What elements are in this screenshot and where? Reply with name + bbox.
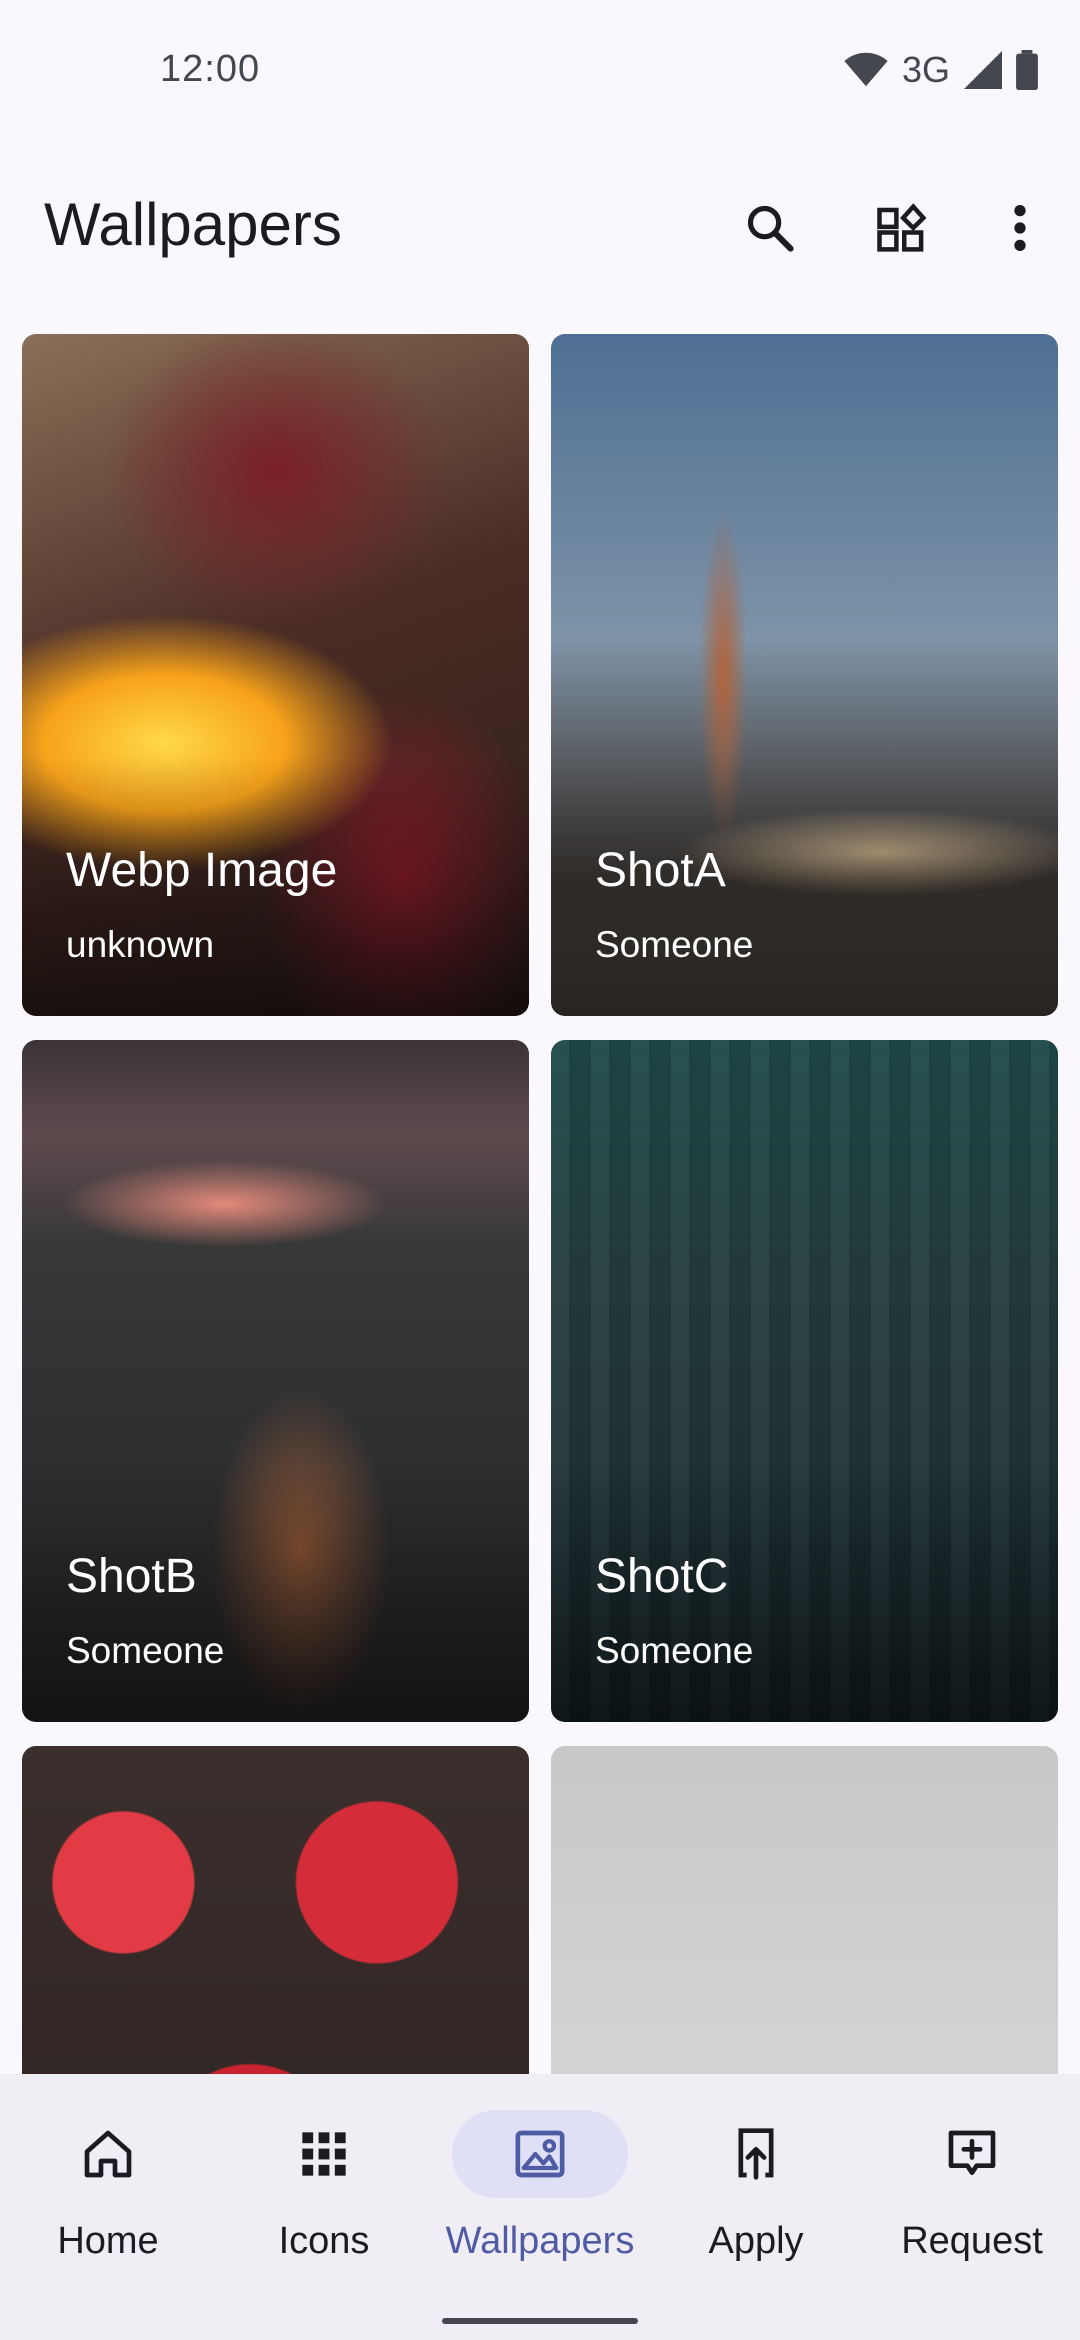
status-time: 12:00 <box>160 48 261 90</box>
nav-item-request[interactable]: Request <box>864 2074 1080 2274</box>
page-title: Wallpapers <box>44 191 342 258</box>
nav-label: Home <box>57 2220 159 2262</box>
dashboard-layout-icon <box>877 203 927 252</box>
signal-icon <box>964 51 1002 89</box>
top-app-bar: Wallpapers <box>0 170 1080 280</box>
more-vert-icon <box>1014 205 1026 251</box>
layout-toggle-button[interactable] <box>862 188 942 268</box>
bottom-navigation: Home Icons Wallpapers Apply Request <box>0 2074 1080 2340</box>
nav-label: Icons <box>278 2220 370 2262</box>
apps-grid-icon <box>302 2132 346 2176</box>
nav-item-apply[interactable]: Apply <box>648 2074 864 2274</box>
battery-icon <box>1016 50 1038 90</box>
nav-label: Apply <box>708 2220 804 2262</box>
request-icon <box>948 2130 996 2175</box>
wallpaper-card[interactable]: ShotB Someone <box>22 1040 529 1722</box>
wifi-icon <box>844 52 888 87</box>
wallpaper-author: unknown <box>66 924 215 965</box>
nav-item-home[interactable]: Home <box>0 2074 216 2274</box>
wallpaper-grid: Webp Image unknown ShotA Someone ShotB S… <box>22 334 1058 2074</box>
apply-icon <box>738 2128 774 2180</box>
wallpaper-author: Someone <box>595 924 754 965</box>
image-icon <box>515 2130 565 2178</box>
status-icons: 3G <box>844 48 1038 92</box>
nav-item-wallpapers[interactable]: Wallpapers <box>432 2074 648 2274</box>
wallpaper-author: Someone <box>66 1630 225 1671</box>
home-icon <box>84 2130 132 2178</box>
wallpaper-title: Webp Image <box>66 844 338 897</box>
wallpaper-title: ShotC <box>595 1550 729 1603</box>
wallpaper-card[interactable] <box>551 1746 1058 2074</box>
wallpaper-card[interactable]: ShotC Someone <box>551 1040 1058 1722</box>
status-bar: 12:00 3G <box>0 0 1080 140</box>
nav-label: Wallpapers <box>445 2220 635 2262</box>
nav-label: Request <box>901 2220 1043 2262</box>
wallpaper-card[interactable]: ShotA Someone <box>551 334 1058 1016</box>
network-type: 3G <box>901 49 950 90</box>
search-icon <box>747 205 794 252</box>
wallpaper-title: ShotA <box>595 844 726 897</box>
wallpaper-title: ShotB <box>66 1550 197 1603</box>
wallpaper-card[interactable]: Webp Image unknown <box>22 334 529 1016</box>
gesture-handle[interactable] <box>442 2318 638 2324</box>
search-button[interactable] <box>730 188 810 268</box>
wallpaper-author: Someone <box>595 1630 754 1671</box>
active-indicator <box>452 2110 628 2198</box>
more-options-button[interactable] <box>980 188 1060 268</box>
nav-item-icons[interactable]: Icons <box>216 2074 432 2274</box>
wallpaper-card[interactable] <box>22 1746 529 2074</box>
